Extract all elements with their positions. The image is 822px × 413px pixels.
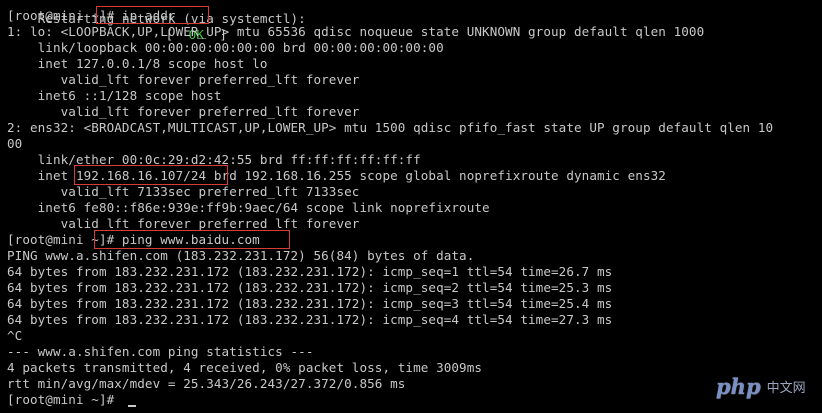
watermark-site-label: 中文网 [766,380,806,396]
terminal-line: link/ether 00:0c:29:d2:42:55 brd ff:ff:f… [7,152,421,167]
terminal-line: [root@mini ~]# ping www.baidu.com [7,232,260,247]
terminal-line: --- www.a.shifen.com ping statistics --- [7,344,314,359]
terminal-line: [root@mini ~]# ip addr [7,8,176,23]
terminal-prompt[interactable]: [root@mini ~]# [7,392,122,408]
terminal-line: 1: lo: <LOOPBACK,UP,LOWER_UP> mtu 65536 … [7,24,705,39]
terminal-line: valid_lft forever preferred_lft forever [7,104,360,119]
terminal-line: 64 bytes from 183.232.231.172 (183.232.2… [7,280,613,295]
terminal-line: link/loopback 00:00:00:00:00:00 brd 00:0… [7,40,444,55]
terminal-line: 64 bytes from 183.232.231.172 (183.232.2… [7,296,613,311]
terminal-line: 64 bytes from 183.232.231.172 (183.232.2… [7,312,613,327]
terminal-line: ^C [7,328,23,343]
watermark: php 中文网 [716,371,806,401]
terminal-line: inet6 ::1/128 scope host [7,88,222,103]
terminal-line: PING www.a.shifen.com (183.232.231.172) … [7,248,475,263]
terminal-line: valid_lft 7133sec preferred_lft 7133sec [7,184,360,199]
terminal-line: inet 192.168.16.107/24 brd 192.168.16.25… [7,168,666,183]
php-logo: php [716,373,761,399]
terminal-line: inet 127.0.0.1/8 scope host lo [7,56,268,71]
terminal-window[interactable]: Restarting network (via systemctl): [ OK… [0,0,822,413]
terminal-line: rtt min/avg/max/mdev = 25.343/26.243/27.… [7,376,406,391]
terminal-line: 64 bytes from 183.232.231.172 (183.232.2… [7,264,613,279]
terminal-line: valid_lft forever preferred_lft forever [7,72,360,87]
terminal-line: 00 [7,136,23,151]
terminal-line: inet6 fe80::f86e:939e:ff9b:9aec/64 scope… [7,200,490,215]
terminal-line: 4 packets transmitted, 4 received, 0% pa… [7,360,483,375]
terminal-line: 2: ens32: <BROADCAST,MULTICAST,UP,LOWER_… [7,120,774,135]
terminal-line: valid_lft forever preferred_lft forever [7,216,360,231]
text-cursor [128,405,136,407]
